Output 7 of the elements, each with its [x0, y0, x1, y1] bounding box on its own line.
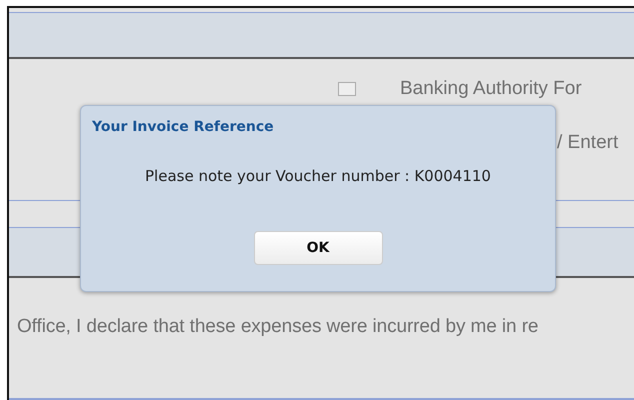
ok-button[interactable]: OK — [254, 231, 382, 265]
checkbox[interactable] — [338, 82, 356, 96]
dialog-title: Your Invoice Reference — [92, 119, 274, 135]
declaration-text: Office, I declare that these expenses were incurred by me in re — [17, 316, 538, 337]
option-label: / Entert — [557, 132, 618, 153]
dialog-message: Please note your Voucher number : K0004110 — [145, 167, 491, 185]
option-label: Banking Authority For — [400, 78, 582, 100]
